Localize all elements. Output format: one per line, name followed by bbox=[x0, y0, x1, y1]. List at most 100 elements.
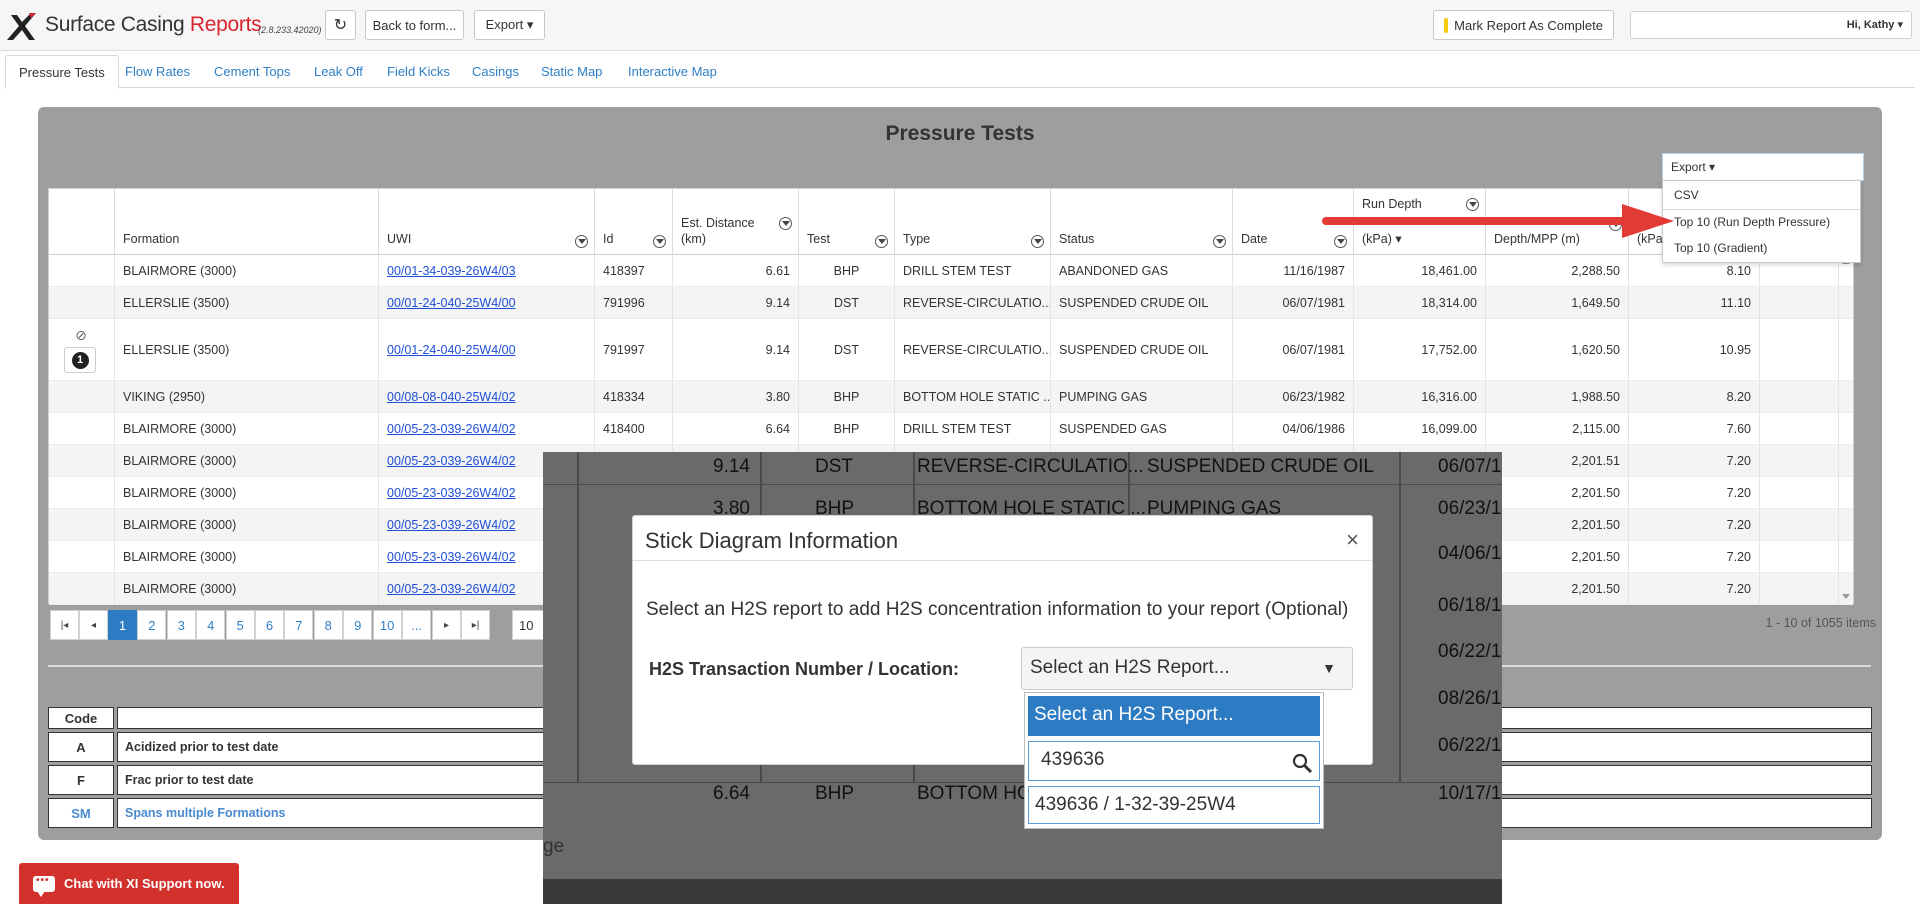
uwi-filter-icon[interactable] bbox=[575, 235, 588, 248]
column-header-est-distance[interactable]: Est. Distance (km) bbox=[673, 189, 799, 255]
cell-depth: 2,201.51 bbox=[1486, 445, 1629, 476]
cell-extra bbox=[1760, 541, 1839, 572]
prohibited-icon: ⊘ bbox=[75, 327, 87, 343]
table-row[interactable]: VIKING (2950) 00/08-08-040-25W4/02 418334 3… bbox=[49, 381, 1853, 413]
chat-support-button[interactable]: Chat with XI Support now. bbox=[19, 863, 239, 904]
pager-last-button[interactable]: ▸| bbox=[461, 610, 490, 640]
mark-complete-button[interactable]: Mark Report As Complete bbox=[1433, 10, 1614, 40]
export-csv-item[interactable]: CSV bbox=[1674, 188, 1699, 202]
cell-uwi: 00/01-34-039-26W4/03 bbox=[379, 255, 595, 286]
zoom-footer-fragment: ge bbox=[543, 836, 565, 857]
cell-grad: 10.95 bbox=[1629, 319, 1760, 380]
row-flags-cell bbox=[49, 287, 115, 318]
est-distance-filter-icon[interactable] bbox=[779, 217, 792, 230]
pager-page-button[interactable]: 5 bbox=[225, 610, 255, 640]
grid-vertical-scrollbar[interactable] bbox=[1839, 255, 1853, 603]
cell-type: REVERSE-CIRCULATIO... bbox=[895, 287, 1051, 318]
est-distance-header-label: Est. Distance (km) bbox=[681, 216, 755, 246]
table-row[interactable]: ELLERSLIE (3500) 00/01-24-040-25W4/00 7919… bbox=[49, 287, 1853, 319]
cell-dist: 3.80 bbox=[673, 381, 799, 412]
cell-type: DRILL STEM TEST bbox=[895, 413, 1051, 444]
tab-casings[interactable]: Casings bbox=[459, 55, 532, 89]
pager-page-button[interactable]: 7 bbox=[284, 610, 314, 640]
dropdown-search-input[interactable]: 439636 bbox=[1028, 741, 1320, 781]
pager-page-button[interactable]: 4 bbox=[196, 610, 226, 640]
cell-depth: 2,201.50 bbox=[1486, 477, 1629, 508]
cell-grad: 11.10 bbox=[1629, 287, 1760, 318]
cell-dist: 9.14 bbox=[673, 319, 799, 380]
pager-page-button[interactable]: 8 bbox=[313, 610, 343, 640]
modal-description: Select an H2S report to add H2S concentr… bbox=[646, 599, 1349, 620]
user-menu[interactable]: Hi, Kathy ▾ bbox=[1630, 11, 1912, 39]
tab-pressure-tests[interactable]: Pressure Tests bbox=[5, 55, 119, 89]
header-export-button[interactable]: Export ▾ bbox=[474, 10, 545, 40]
uwi-link[interactable]: 00/01-34-039-26W4/03 bbox=[387, 264, 516, 278]
refresh-icon: ↻ bbox=[333, 17, 348, 34]
uwi-link[interactable]: 00/08-08-040-25W4/02 bbox=[387, 390, 516, 404]
pager-page-button[interactable]: 3 bbox=[166, 610, 196, 640]
row-flags-cell bbox=[49, 541, 115, 572]
scroll-down-icon[interactable] bbox=[1842, 594, 1850, 599]
cell-dist: 6.64 bbox=[673, 413, 799, 444]
refresh-button[interactable]: ↻ bbox=[325, 10, 356, 40]
table-row[interactable]: ⊘ 1 ELLERSLIE (3500) 00/01-24-040-25W4/00 79… bbox=[49, 319, 1853, 381]
row-flags-cell: ⊘ 1 bbox=[49, 319, 115, 380]
tab-interactive-map[interactable]: Interactive Map bbox=[615, 55, 730, 89]
table-row[interactable]: BLAIRMORE (3000) 00/01-34-039-26W4/03 4183… bbox=[49, 255, 1853, 287]
status-filter-icon[interactable] bbox=[1213, 235, 1226, 248]
pager-page-button[interactable]: 9 bbox=[343, 610, 373, 640]
row-flags-cell bbox=[49, 381, 115, 412]
cell-date: 04/06/1986 bbox=[1233, 413, 1354, 444]
zoom-grid-line bbox=[577, 452, 579, 782]
pager-page-button[interactable]: ... bbox=[402, 610, 431, 640]
column-header-id[interactable]: Id bbox=[595, 189, 673, 255]
pager-page-button[interactable]: 2 bbox=[137, 610, 167, 640]
tab-static-map[interactable]: Static Map bbox=[528, 55, 615, 89]
column-header-type[interactable]: Type bbox=[895, 189, 1051, 255]
cell-dist: 9.14 bbox=[673, 287, 799, 318]
uwi-link[interactable]: 00/01-24-040-25W4/00 bbox=[387, 296, 516, 310]
uwi-link[interactable]: 00/05-23-039-26W4/02 bbox=[387, 582, 516, 596]
column-header-status[interactable]: Status bbox=[1051, 189, 1233, 255]
table-row[interactable]: BLAIRMORE (3000) 00/05-23-039-26W4/02 4184… bbox=[49, 413, 1853, 445]
h2s-report-select[interactable]: Select an H2S Report... ▼ bbox=[1021, 647, 1353, 690]
modal-close-icon[interactable]: × bbox=[1346, 527, 1359, 553]
pager-page-button[interactable]: 6 bbox=[255, 610, 284, 640]
dropdown-option-h2s-report[interactable]: 439636 / 1-32-39-25W4 bbox=[1028, 786, 1320, 824]
uwi-link[interactable]: 00/01-24-040-25W4/00 bbox=[387, 343, 516, 357]
id-filter-icon[interactable] bbox=[653, 235, 666, 248]
tab-flow-rates[interactable]: Flow Rates bbox=[112, 55, 203, 89]
pager-next-button[interactable]: ▸ bbox=[432, 610, 461, 640]
column-header-uwi[interactable]: UWI bbox=[379, 189, 595, 255]
row-badge-button[interactable]: 1 bbox=[64, 347, 96, 373]
dropdown-option-placeholder[interactable]: Select an H2S Report... bbox=[1028, 696, 1320, 736]
test-filter-icon[interactable] bbox=[875, 235, 888, 248]
uwi-link[interactable]: 00/05-23-039-26W4/02 bbox=[387, 422, 516, 436]
uwi-link[interactable]: 00/05-23-039-26W4/02 bbox=[387, 550, 516, 564]
export-top10-run-depth-item[interactable]: Top 10 (Run Depth Pressure) bbox=[1674, 215, 1830, 229]
cell-grad: 7.20 bbox=[1629, 477, 1760, 508]
tab-leak-off[interactable]: Leak Off bbox=[301, 55, 376, 89]
column-header-test[interactable]: Test bbox=[799, 189, 895, 255]
zoom-cell: REVERSE-CIRCULATIO... bbox=[917, 456, 1144, 477]
zoom-cell: 9.14 bbox=[713, 456, 750, 477]
grid-export-button[interactable]: Export ▾ bbox=[1662, 153, 1864, 181]
cell-test: BHP bbox=[799, 381, 895, 412]
pager-page-button[interactable]: 10 bbox=[372, 610, 402, 640]
uwi-header-label: UWI bbox=[387, 232, 412, 246]
id-header-label: Id bbox=[603, 232, 614, 246]
pager-prev-button[interactable]: ◂ bbox=[79, 610, 108, 640]
column-header-formation[interactable]: Formation bbox=[115, 189, 379, 255]
tab-field-kicks[interactable]: Field Kicks bbox=[374, 55, 463, 89]
back-to-form-button[interactable]: Back to form... bbox=[365, 10, 464, 40]
pager-page-button[interactable]: 1 bbox=[108, 610, 137, 640]
uwi-link[interactable]: 00/05-23-039-26W4/02 bbox=[387, 454, 516, 468]
uwi-link[interactable]: 00/05-23-039-26W4/02 bbox=[387, 486, 516, 500]
legend-code: SM bbox=[48, 798, 114, 828]
zoomed-modal-overlay: 9.14 DST REVERSE-CIRCULATIO... SUSPENDED… bbox=[543, 452, 1502, 904]
tab-cement-tops[interactable]: Cement Tops bbox=[201, 55, 303, 89]
uwi-link[interactable]: 00/05-23-039-26W4/02 bbox=[387, 518, 516, 532]
pager-first-button[interactable]: |◂ bbox=[50, 610, 79, 640]
export-top10-gradient-item[interactable]: Top 10 (Gradient) bbox=[1674, 241, 1767, 255]
type-filter-icon[interactable] bbox=[1031, 235, 1044, 248]
